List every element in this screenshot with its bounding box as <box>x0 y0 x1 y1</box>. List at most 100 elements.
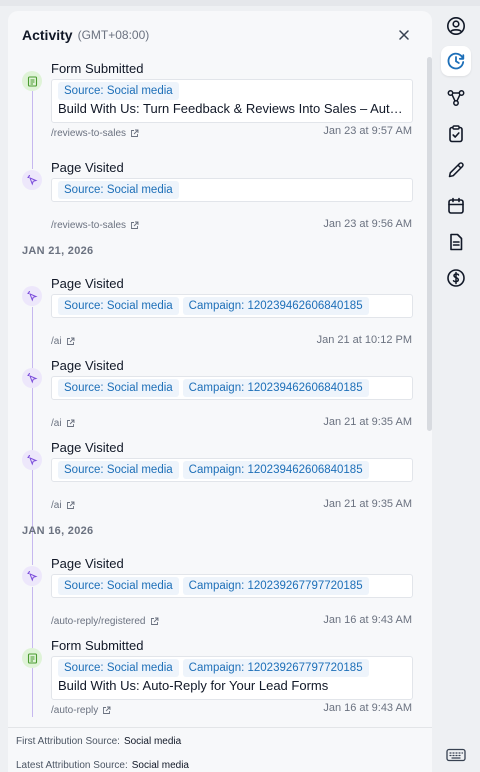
activity-title: Form Submitted <box>51 61 144 76</box>
tasks-button[interactable] <box>441 119 471 149</box>
payments-button[interactable] <box>441 263 471 293</box>
calendar-button[interactable] <box>441 191 471 221</box>
activity-title: Form Submitted <box>51 638 144 653</box>
workflow-icon <box>447 90 465 106</box>
activity-title: Page Visited <box>51 556 124 571</box>
calendar-icon <box>448 197 464 214</box>
activity-button[interactable] <box>441 46 471 76</box>
pencil-icon <box>448 162 464 178</box>
external-link-icon <box>131 221 139 229</box>
activity-time: Jan 16 at 9:43 AM <box>323 702 412 714</box>
page-visited-icon <box>22 170 42 190</box>
campaign-chip: Campaign: 120239462606840185 <box>182 297 369 315</box>
form-name: Build With Us: Auto-Reply for Your Lead … <box>58 678 329 693</box>
timezone-label: (GMT+08:00) <box>77 28 150 42</box>
page-link[interactable]: /ai <box>51 336 75 347</box>
activity-card: Source: Social media Campaign: 120239462… <box>51 376 413 400</box>
activity-card: Source: Social media Campaign: 120239267… <box>51 574 413 598</box>
page-path: /reviews-to-sales <box>51 220 127 231</box>
source-chip: Source: Social media <box>58 181 179 199</box>
page-path: /reviews-to-sales <box>51 128 127 139</box>
document-icon <box>450 233 463 251</box>
workflow-button[interactable] <box>441 83 471 113</box>
panel-title: Activity <box>22 27 73 43</box>
external-link-icon <box>66 337 75 345</box>
external-link-icon <box>131 129 139 137</box>
page-path: /auto-reply/registered <box>51 616 146 627</box>
date-group-header: JAN 16, 2026 <box>22 525 94 537</box>
activity-time: Jan 16 at 9:43 AM <box>323 614 412 626</box>
activity-time: Jan 21 at 9:35 AM <box>323 416 412 428</box>
form-submitted-icon <box>22 71 42 91</box>
activity-time: Jan 21 at 10:12 PM <box>316 334 412 346</box>
contact-button[interactable] <box>441 11 471 41</box>
page-visited-icon <box>22 286 42 306</box>
source-chip: Source: Social media <box>58 461 179 479</box>
attribution-footer: First Attribution Source: Social media La… <box>8 727 432 772</box>
first-attribution: First Attribution Source: Social media <box>16 736 181 747</box>
latest-attribution-label: Latest Attribution Source: <box>16 760 128 771</box>
page-link[interactable]: /auto-reply/registered <box>51 616 159 627</box>
source-chip: Source: Social media <box>58 659 179 677</box>
activity-card: Source: Social media Campaign: 120239462… <box>51 294 413 318</box>
page-path: /ai <box>51 336 62 347</box>
campaign-chip: Campaign: 120239462606840185 <box>182 461 369 479</box>
external-link-icon <box>150 617 158 625</box>
activity-card: Source: Social media Campaign: 120239462… <box>51 458 413 482</box>
latest-attribution: Latest Attribution Source: Social media <box>16 760 189 771</box>
activity-title: Page Visited <box>51 358 124 373</box>
close-button[interactable] <box>394 25 414 45</box>
dollar-icon <box>447 269 465 287</box>
activity-card: Source: Social media Build With Us: Turn… <box>51 79 413 123</box>
date-group-header: JAN 21, 2026 <box>22 245 94 257</box>
form-name: Build With Us: Turn Feedback & Reviews I… <box>58 101 408 116</box>
activity-title: Page Visited <box>51 276 124 291</box>
page-path: /ai <box>51 418 62 429</box>
scrollbar[interactable] <box>427 57 432 431</box>
panel-header: Activity (GMT+08:00) <box>22 25 418 45</box>
clipboard-check-icon <box>449 125 463 143</box>
form-submitted-icon <box>22 648 42 668</box>
activity-time: Jan 23 at 9:56 AM <box>323 218 412 230</box>
keyboard-icon <box>446 748 466 762</box>
source-chip: Source: Social media <box>58 297 179 315</box>
first-attribution-label: First Attribution Source: <box>16 736 120 747</box>
activity-time: Jan 21 at 9:35 AM <box>323 498 412 510</box>
documents-button[interactable] <box>441 227 471 257</box>
source-chip: Source: Social media <box>58 82 179 100</box>
page-visited-icon <box>22 368 42 388</box>
activity-panel: Activity (GMT+08:00) Form Submitted Sour… <box>8 11 432 772</box>
user-circle-icon <box>447 17 465 35</box>
page-path: /ai <box>51 500 62 511</box>
page-link[interactable]: /reviews-to-sales <box>51 220 139 231</box>
keyboard-shortcuts-button[interactable] <box>441 742 471 768</box>
page-path: /auto-reply <box>51 705 99 716</box>
campaign-chip: Campaign: 120239267797720185 <box>182 659 369 677</box>
clock-activity-icon <box>447 52 465 70</box>
page-link[interactable]: /ai <box>51 418 75 429</box>
page-link[interactable]: /ai <box>51 500 75 511</box>
page-visited-icon <box>22 566 42 586</box>
activity-time: Jan 23 at 9:57 AM <box>323 125 412 137</box>
page-link[interactable]: /reviews-to-sales <box>51 128 139 139</box>
first-attribution-value: Social media <box>123 736 182 747</box>
activity-card: Source: Social media <box>51 178 413 202</box>
campaign-chip: Campaign: 120239267797720185 <box>182 577 369 595</box>
page-visited-icon <box>22 450 42 470</box>
source-chip: Source: Social media <box>58 577 179 595</box>
activity-title: Page Visited <box>51 440 124 455</box>
close-icon <box>399 30 409 40</box>
activity-title: Page Visited <box>51 160 124 175</box>
source-chip: Source: Social media <box>58 379 179 397</box>
timeline-connector <box>32 91 33 169</box>
external-link-icon <box>66 501 75 509</box>
external-link-icon <box>103 706 111 714</box>
page-link[interactable]: /auto-reply <box>51 705 111 716</box>
top-bar <box>0 0 480 6</box>
activity-card: Source: Social media Campaign: 120239267… <box>51 656 413 700</box>
notes-button[interactable] <box>441 155 471 185</box>
campaign-chip: Campaign: 120239462606840185 <box>182 379 369 397</box>
activity-feed[interactable]: Activity (GMT+08:00) Form Submitted Sour… <box>8 11 432 727</box>
latest-attribution-value: Social media <box>131 760 189 771</box>
external-link-icon <box>66 419 75 427</box>
